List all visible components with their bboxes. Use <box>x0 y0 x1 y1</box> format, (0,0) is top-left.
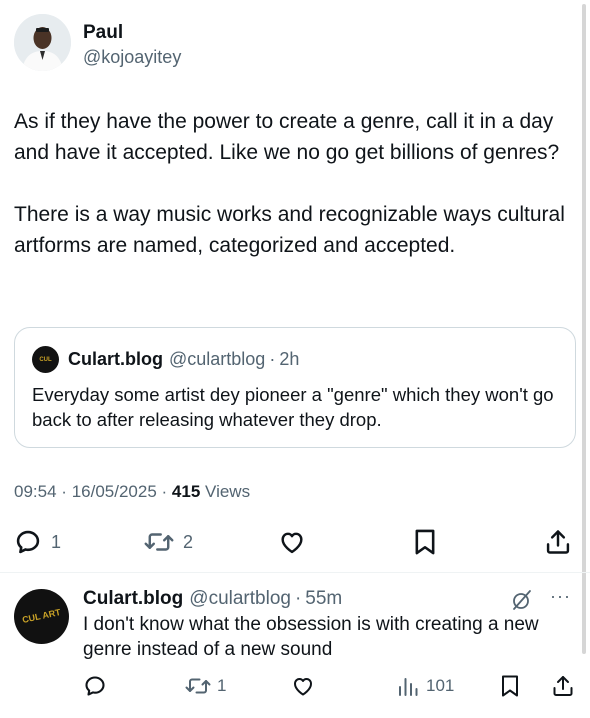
culart-logo-icon: CUL ART <box>21 607 62 625</box>
retweet-icon <box>144 533 174 551</box>
reply-icon <box>85 676 105 696</box>
quoted-avatar: CUL <box>32 346 59 373</box>
quoted-tweet-card[interactable]: CUL Culart.blog @culartblog · 2h Everyda… <box>14 327 576 448</box>
retweet-count: 2 <box>183 531 194 552</box>
quoted-time: 2h <box>279 349 300 369</box>
tweet-meta: 09:54 · 16/05/2025 · 415 Views <box>14 482 250 502</box>
tweet-paragraph: As if they have the power to create a ge… <box>14 110 560 164</box>
meta-separator: · <box>61 482 67 501</box>
reply-retweet-count: 1 <box>217 676 227 695</box>
reply-action-bar: 1 101 <box>83 673 578 699</box>
meta-separator: · <box>161 482 168 501</box>
reply-views-button[interactable]: 101 <box>396 673 454 699</box>
reply-share-button[interactable] <box>551 673 575 699</box>
reply-views-count: 101 <box>426 676 455 695</box>
quoted-separator: · <box>269 349 276 369</box>
reply-time[interactable]: 55m <box>305 587 342 611</box>
more-options-icon[interactable]: ··· <box>550 586 571 607</box>
grok-icon <box>513 590 531 610</box>
culart-logo-icon: CUL <box>39 356 52 363</box>
quoted-handle: @culartblog <box>169 349 266 369</box>
scrollbar[interactable] <box>582 4 586 654</box>
share-button[interactable] <box>544 526 572 558</box>
reply-avatar[interactable]: CUL ART <box>14 589 69 644</box>
views-label: Views <box>205 482 251 501</box>
analytics-icon <box>399 678 418 696</box>
tweet-time[interactable]: 09:54 <box>14 482 57 501</box>
reply-retweet-button[interactable]: 1 <box>185 673 226 699</box>
share-icon <box>546 530 570 554</box>
reply-bookmark-button[interactable] <box>499 673 521 699</box>
reply-display-name[interactable]: Culart.blog <box>83 587 183 611</box>
tweet-action-bar: 1 2 <box>14 526 576 558</box>
avatar[interactable] <box>14 14 71 71</box>
quoted-display-name: Culart.blog <box>68 349 163 369</box>
heart-icon <box>294 678 312 696</box>
tweet-text: As if they have the power to create a ge… <box>14 106 574 261</box>
like-button[interactable] <box>277 526 307 558</box>
bookmark-icon <box>502 675 518 697</box>
heart-icon <box>281 532 303 554</box>
bookmark-button[interactable] <box>412 526 438 558</box>
divider <box>0 572 590 573</box>
tweet-author: Paul @kojoayitey <box>14 14 181 71</box>
author-display-name[interactable]: Paul <box>83 22 181 44</box>
reply-button[interactable]: 1 <box>14 526 61 558</box>
bookmark-icon <box>415 529 435 555</box>
views-count[interactable]: 415 <box>172 482 200 501</box>
retweet-button[interactable]: 2 <box>144 526 193 558</box>
reply-count: 1 <box>51 531 62 552</box>
share-icon <box>553 676 573 696</box>
reply-header: Culart.blog @culartblog · 55m <box>83 587 342 611</box>
retweet-icon <box>185 678 211 694</box>
author-handle[interactable]: @kojoayitey <box>83 46 181 68</box>
tweet-paragraph: There is a way music works and recogniza… <box>14 203 565 257</box>
reply-text: I don't know what the obsession is with … <box>83 614 539 660</box>
reply-separator: · <box>294 588 302 609</box>
quoted-text: Everyday some artist dey pioneer a "genr… <box>32 384 554 430</box>
reply-icon <box>16 530 40 554</box>
profile-photo-icon <box>14 14 71 71</box>
reply-like-button[interactable] <box>290 673 316 699</box>
reply-handle[interactable]: @culartblog <box>189 587 291 611</box>
reply-reply-button[interactable] <box>83 673 107 699</box>
tweet-date[interactable]: 16/05/2025 <box>72 482 157 501</box>
